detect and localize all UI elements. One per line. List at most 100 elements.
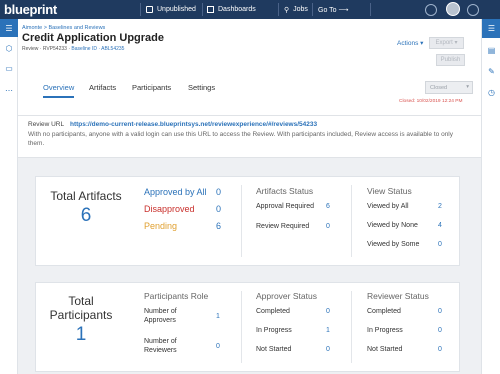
viewed-none-label: Viewed by None <box>367 222 418 229</box>
reviewer-status-heading: Reviewer Status <box>367 291 429 301</box>
total-artifacts-value[interactable]: 6 <box>36 205 136 227</box>
logo: blueprint <box>4 2 57 17</box>
participants-summary-card: Total Participants 1 Participants Role N… <box>35 282 460 372</box>
approver-inprogress-value[interactable]: 1 <box>326 327 330 334</box>
pending-label: Pending <box>144 221 178 231</box>
review-url-label: Review URL <box>28 121 65 128</box>
divider <box>351 291 352 363</box>
document-icon[interactable]: ▭ <box>0 59 18 77</box>
review-required-value[interactable]: 0 <box>326 223 330 230</box>
viewed-some-label: Viewed by Some <box>367 241 420 248</box>
reviewers-label-1: Number of <box>144 338 177 345</box>
divider <box>278 3 279 16</box>
total-participants-label-1: Total <box>68 294 94 308</box>
settings-icon[interactable] <box>425 4 437 16</box>
approvers-label-2: Approvers <box>144 317 176 324</box>
review-url-note: With no participants, anyone with a vali… <box>28 131 453 147</box>
tab-settings[interactable]: Settings <box>188 83 215 92</box>
attachments-icon[interactable]: ✎ <box>482 62 500 81</box>
divider <box>202 3 203 16</box>
view-status-heading: View Status <box>367 186 412 196</box>
review-id: Review · RVP54233 · <box>22 46 72 52</box>
divider <box>241 291 242 363</box>
unpublished-icon <box>146 6 153 13</box>
history-icon[interactable]: ◷ <box>482 83 500 102</box>
divider <box>312 3 313 16</box>
review-required-label: Review Required <box>256 223 310 230</box>
right-sidebar: ☰ ▤ ✎ ◷ <box>481 19 500 374</box>
approver-completed-value[interactable]: 0 <box>326 308 330 315</box>
review-header: Aimonte > Baselines and Reviews Credit A… <box>18 19 481 116</box>
viewed-all-label: Viewed by All <box>367 203 409 210</box>
closed-timestamp: Closed: 10/02/2019 12:24 PM <box>399 99 463 104</box>
pending-value[interactable]: 6 <box>216 221 221 231</box>
participants-role-heading: Participants Role <box>144 291 209 301</box>
unpublished-label: Unpublished <box>157 6 196 13</box>
divider <box>351 185 352 257</box>
artifacts-status-heading: Artifacts Status <box>256 186 314 196</box>
approvers-label-1: Number of <box>144 308 177 315</box>
reviewer-inprogress-value[interactable]: 0 <box>438 327 442 334</box>
tab-overview[interactable]: Overview <box>43 83 75 98</box>
reviewers-label-2: Reviewers <box>144 347 177 354</box>
approver-completed-label: Completed <box>256 308 290 315</box>
approver-status-heading: Approver Status <box>256 291 317 301</box>
approved-label: Approved by All <box>144 187 207 197</box>
tab-artifacts[interactable]: Artifacts <box>89 83 116 92</box>
jobs-icon: ⚲ <box>284 6 290 14</box>
disapproved-label: Disapproved <box>144 204 195 214</box>
unpublished-button[interactable]: Unpublished <box>146 0 196 19</box>
approver-notstarted-label: Not Started <box>256 346 292 353</box>
viewed-some-value[interactable]: 0 <box>438 241 442 248</box>
discussions-icon[interactable]: ▤ <box>482 41 500 60</box>
reviewers-value[interactable]: 0 <box>216 343 220 350</box>
more-icon[interactable]: ⋯ <box>0 81 18 99</box>
total-participants-label-2: Participants <box>49 308 113 322</box>
reviewer-completed-label: Completed <box>367 308 401 315</box>
publish-button[interactable]: Publish <box>436 54 465 66</box>
divider <box>241 185 242 257</box>
chevron-down-icon: ▾ <box>466 84 469 90</box>
review-meta: Review · RVP54233 · Baseline ID · ABL542… <box>22 46 124 52</box>
dashboards-icon <box>207 6 214 13</box>
left-sidebar: ☰ ⬡ ▭ ⋯ <box>0 19 18 374</box>
approval-required-label: Approval Required <box>256 203 314 210</box>
page-title: Credit Application Upgrade <box>22 32 164 44</box>
total-artifacts-label: Total Artifacts <box>50 189 122 203</box>
avatar[interactable] <box>446 2 460 16</box>
dashboards-button[interactable]: Dashboards <box>207 0 256 19</box>
goto-label: Go To ⟶ <box>318 6 349 14</box>
viewed-all-value[interactable]: 2 <box>438 203 442 210</box>
explorer-icon[interactable]: ☰ <box>0 19 18 37</box>
jobs-button[interactable]: ⚲ Jobs <box>284 0 308 19</box>
review-url-link[interactable]: https://demo-current-release.blueprintsy… <box>70 121 317 128</box>
export-button[interactable]: Export ▾ <box>429 37 464 49</box>
approved-value[interactable]: 0 <box>216 187 221 197</box>
disapproved-value[interactable]: 0 <box>216 204 221 214</box>
reviewer-completed-value[interactable]: 0 <box>438 308 442 315</box>
project-icon[interactable]: ⬡ <box>0 39 18 57</box>
approver-notstarted-value[interactable]: 0 <box>326 346 330 353</box>
approvers-value[interactable]: 1 <box>216 313 220 320</box>
actions-dropdown[interactable]: Actions ▾ <box>397 39 423 47</box>
divider <box>370 3 371 16</box>
artifacts-summary-card: Total Artifacts 6 Approved by All 0 Disa… <box>35 176 460 266</box>
total-participants-value[interactable]: 1 <box>36 324 126 346</box>
review-url-section: Review URL https://demo-current-release.… <box>18 116 481 158</box>
breadcrumb[interactable]: Aimonte > Baselines and Reviews <box>22 25 105 31</box>
divider <box>140 3 141 16</box>
baseline-link[interactable]: Baseline ID · ABL54235 <box>71 46 124 52</box>
tab-participants[interactable]: Participants <box>132 83 171 92</box>
approval-required-value[interactable]: 6 <box>326 203 330 210</box>
reviewer-inprogress-label: In Progress <box>367 327 403 334</box>
jobs-label: Jobs <box>293 6 308 13</box>
properties-icon[interactable]: ☰ <box>482 19 500 38</box>
viewed-none-value[interactable]: 4 <box>438 222 442 229</box>
goto-button[interactable]: Go To ⟶ <box>318 0 349 19</box>
approver-inprogress-label: In Progress <box>256 327 292 334</box>
help-icon[interactable] <box>467 4 479 16</box>
status-value: Closed <box>430 85 448 91</box>
status-select[interactable]: Closed ▾ <box>425 81 473 94</box>
dashboards-label: Dashboards <box>218 6 256 13</box>
reviewer-notstarted-value[interactable]: 0 <box>438 346 442 353</box>
